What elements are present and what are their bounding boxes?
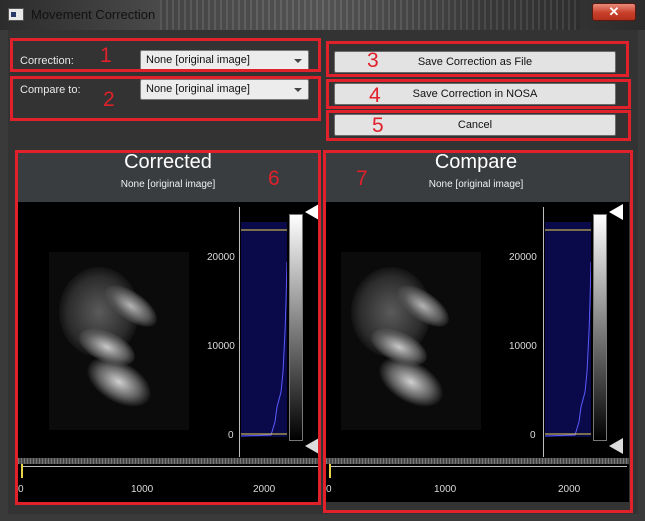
annotation-box-1 bbox=[10, 38, 321, 72]
annotation-box-2 bbox=[10, 76, 321, 121]
annotation-number-6: 6 bbox=[268, 167, 280, 190]
close-button[interactable]: ✕ bbox=[592, 3, 636, 21]
window-title: Movement Correction bbox=[31, 7, 156, 22]
annotation-box-6 bbox=[15, 150, 321, 505]
title-bar: Movement Correction ✕ bbox=[0, 0, 645, 30]
annotation-number-4: 4 bbox=[369, 84, 381, 107]
annotation-number-2: 2 bbox=[103, 88, 115, 111]
annotation-number-1: 1 bbox=[100, 44, 112, 67]
app-icon bbox=[8, 8, 24, 21]
annotation-number-5: 5 bbox=[372, 114, 384, 137]
annotation-number-7: 7 bbox=[356, 167, 368, 190]
annotation-number-3: 3 bbox=[367, 49, 379, 72]
annotation-box-7 bbox=[323, 150, 633, 513]
